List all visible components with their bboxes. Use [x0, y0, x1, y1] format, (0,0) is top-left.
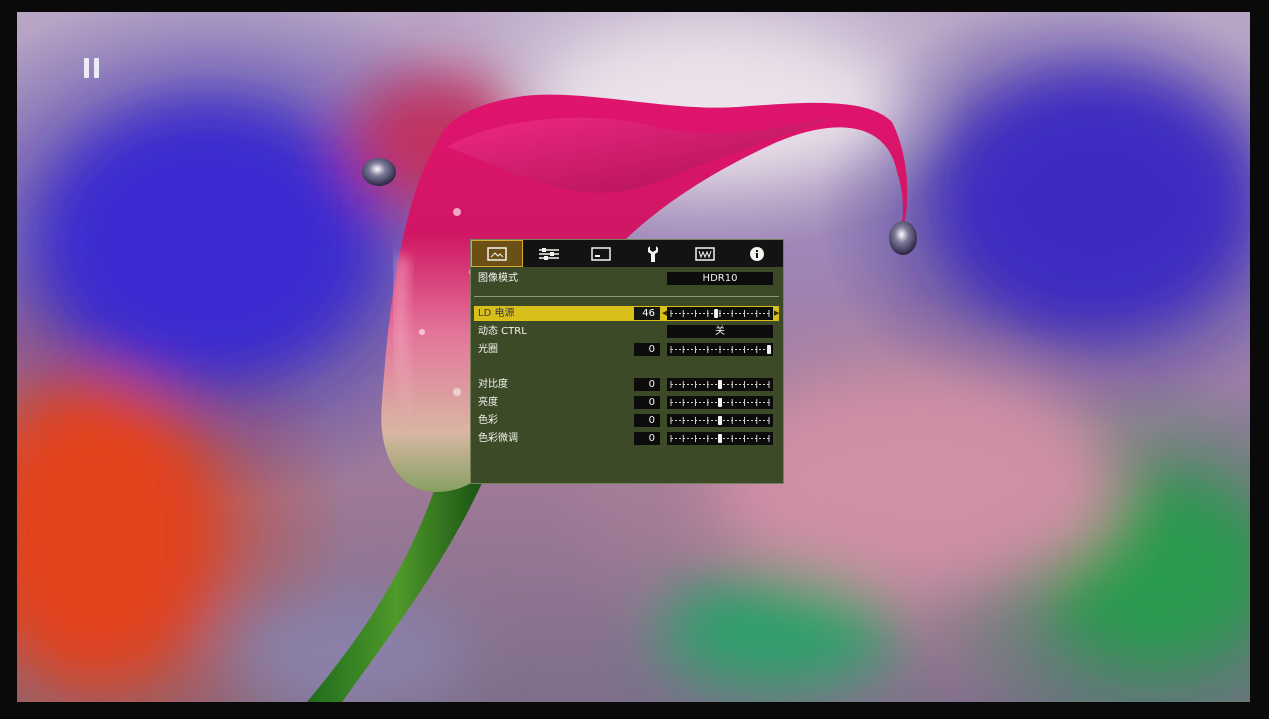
tab-input[interactable]	[679, 240, 731, 267]
dynamic-ctrl-value[interactable]: 关	[667, 325, 773, 338]
picture-mode-row[interactable]: 图像模式 HDR10	[474, 271, 779, 286]
color-value: 0	[634, 414, 660, 427]
tint-row[interactable]: 色彩微调 0	[474, 431, 779, 446]
display-icon	[591, 246, 611, 261]
tab-display[interactable]	[575, 240, 627, 267]
menu-divider	[474, 296, 779, 297]
tab-setup[interactable]	[627, 240, 679, 267]
ld-power-label: LD 电源	[478, 308, 515, 319]
ld-power-value: 46	[634, 307, 660, 320]
right-arrow-icon[interactable]: ▶	[774, 309, 779, 317]
ld-power-row[interactable]: LD 电源 46 ◀ ▶	[474, 306, 779, 321]
pause-icon	[84, 58, 100, 78]
tab-info[interactable]	[731, 240, 783, 267]
tint-slider[interactable]	[667, 432, 773, 445]
slider-knob[interactable]	[718, 398, 722, 407]
dynamic-ctrl-label: 动态 CTRL	[478, 326, 527, 337]
menu-tab-bar	[471, 240, 783, 267]
slider-knob[interactable]	[767, 345, 771, 354]
picture-icon	[487, 246, 507, 261]
picture-mode-label: 图像模式	[478, 273, 518, 284]
aperture-value: 0	[634, 343, 660, 356]
slider-knob[interactable]	[718, 380, 722, 389]
input-icon	[695, 246, 715, 261]
contrast-slider[interactable]	[667, 378, 773, 391]
tint-value: 0	[634, 432, 660, 445]
picture-settings-menu: 图像模式 HDR10 LD 电源 46 ◀ ▶ 动态 CTRL 关 光圈 0 对…	[470, 239, 784, 484]
ld-power-slider[interactable]	[667, 307, 773, 320]
brightness-label: 亮度	[478, 397, 498, 408]
brightness-value: 0	[634, 396, 660, 409]
aperture-label: 光圈	[478, 344, 498, 355]
slider-knob[interactable]	[718, 416, 722, 425]
slider-knob[interactable]	[718, 434, 722, 443]
info-icon	[750, 246, 764, 261]
contrast-row[interactable]: 对比度 0	[474, 377, 779, 392]
color-slider[interactable]	[667, 414, 773, 427]
dynamic-ctrl-row[interactable]: 动态 CTRL 关	[474, 324, 779, 339]
sliders-icon	[539, 247, 559, 260]
tab-picture[interactable]	[471, 240, 523, 267]
picture-mode-value[interactable]: HDR10	[667, 272, 773, 285]
tab-adjust[interactable]	[523, 240, 575, 267]
aperture-row[interactable]: 光圈 0	[474, 342, 779, 357]
slider-knob[interactable]	[714, 309, 719, 318]
color-row[interactable]: 色彩 0	[474, 413, 779, 428]
brightness-row[interactable]: 亮度 0	[474, 395, 779, 410]
color-label: 色彩	[478, 415, 498, 426]
contrast-label: 对比度	[478, 379, 508, 390]
wrench-icon	[648, 245, 658, 262]
contrast-value: 0	[634, 378, 660, 391]
brightness-slider[interactable]	[667, 396, 773, 409]
tint-label: 色彩微调	[478, 433, 518, 444]
aperture-slider[interactable]	[667, 343, 773, 356]
